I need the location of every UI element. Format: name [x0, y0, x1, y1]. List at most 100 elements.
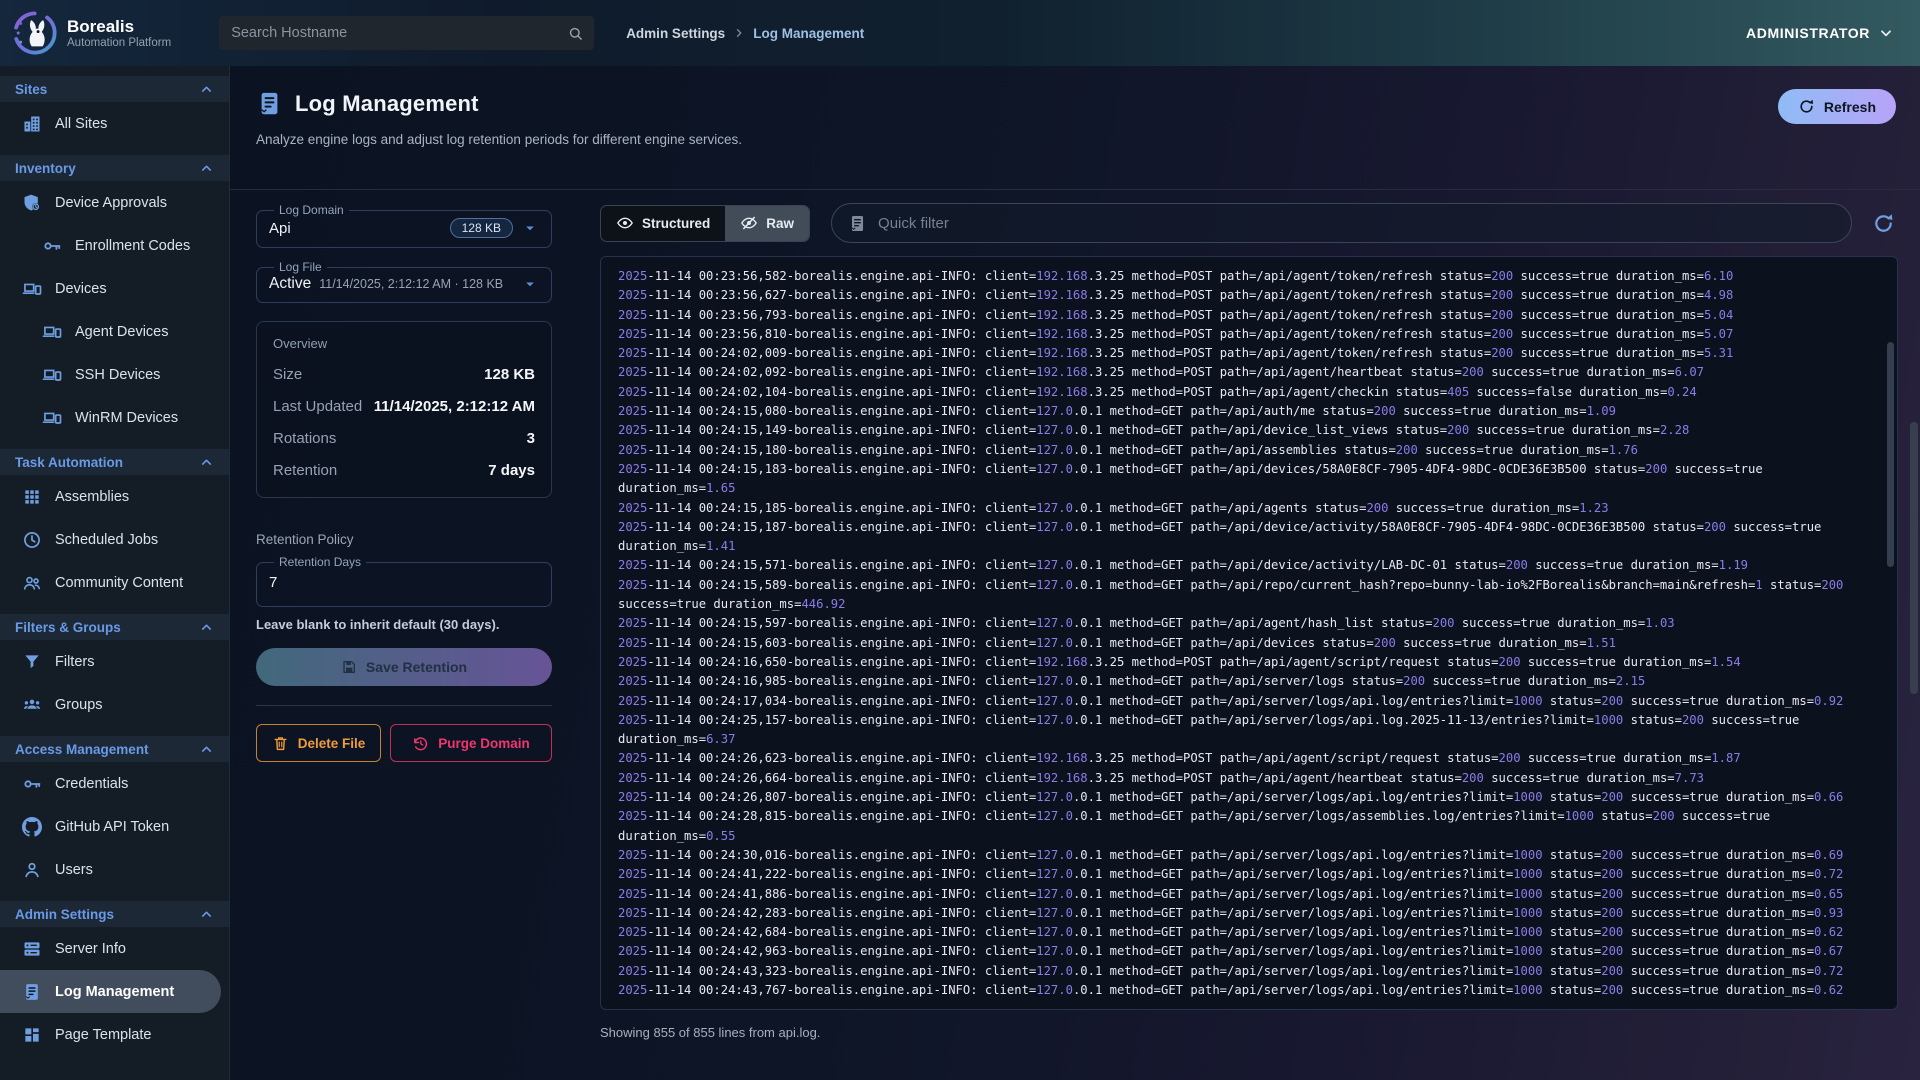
hostname-search[interactable]: [219, 16, 594, 50]
log-line: 2025-11-14 00:24:15,187-borealis.engine.…: [618, 518, 1870, 557]
structured-mode-button[interactable]: Structured: [601, 206, 725, 241]
log-line: 2025-11-14 00:24:15,185-borealis.engine.…: [618, 499, 1870, 518]
overview-title: Overview: [273, 336, 535, 351]
chevron-right-icon: [732, 26, 746, 40]
sidebar-section-sites[interactable]: Sites: [0, 76, 229, 102]
log-panel: 2025-11-14 00:23:56,582-borealis.engine.…: [600, 256, 1898, 1010]
user-menu-label: ADMINISTRATOR: [1746, 25, 1870, 41]
log-icon: [848, 214, 867, 233]
retention-days-field[interactable]: Retention Days: [256, 555, 552, 607]
log-panel-scrollbar[interactable]: [1887, 342, 1894, 567]
sidebar-item-all-sites[interactable]: All Sites: [0, 102, 229, 145]
log-line: 2025-11-14 00:24:26,664-borealis.engine.…: [618, 769, 1870, 788]
log-count-status: Showing 855 of 855 lines from api.log.: [600, 1025, 1898, 1040]
quick-filter-input[interactable]: [878, 215, 1835, 232]
trash-icon: [272, 735, 289, 752]
log-line: 2025-11-14 00:24:15,180-borealis.engine.…: [618, 441, 1870, 460]
log-domain-select[interactable]: Log Domain Api 128 KB: [256, 203, 552, 248]
page-scrollbar[interactable]: [1910, 422, 1918, 694]
overview-row-rotations: Rotations3: [273, 430, 535, 447]
brand-subtitle: Automation Platform: [67, 37, 171, 49]
sidebar-item-log-management[interactable]: Log Management: [0, 970, 221, 1013]
sidebar-item-agent-devices[interactable]: Agent Devices: [0, 310, 229, 353]
overview-row-size: Size128 KB: [273, 366, 535, 383]
devices-icon: [42, 322, 62, 342]
brand-title: Borealis: [67, 17, 171, 37]
save-retention-button[interactable]: Save Retention: [256, 648, 552, 686]
chevron-up-icon: [199, 742, 214, 757]
refresh-icon: [1872, 212, 1895, 235]
chevron-up-icon: [199, 455, 214, 470]
key-icon: [42, 236, 62, 256]
log-file-label: Log File: [274, 260, 327, 274]
sidebar-item-assemblies[interactable]: Assemblies: [0, 475, 229, 518]
people-icon: [22, 573, 42, 593]
sidebar-item-groups[interactable]: Groups: [0, 683, 229, 726]
sidebar-item-page-template[interactable]: Page Template: [0, 1013, 229, 1056]
github-icon: [22, 817, 42, 837]
sidebar-item-enrollment-codes[interactable]: Enrollment Codes: [0, 224, 229, 267]
log-line: 2025-11-14 00:24:15,149-borealis.engine.…: [618, 421, 1870, 440]
log-domain-size-badge: 128 KB: [450, 218, 513, 238]
log-file-select[interactable]: Log File Active 11/14/2025, 2:12:12 AM ·…: [256, 260, 552, 303]
breadcrumb-admin-settings[interactable]: Admin Settings: [626, 26, 725, 41]
sidebar-item-winrm-devices[interactable]: WinRM Devices: [0, 396, 229, 439]
breadcrumb-log-management[interactable]: Log Management: [753, 26, 864, 41]
chevron-up-icon: [199, 907, 214, 922]
eye-icon: [616, 214, 634, 232]
log-line: 2025-11-14 00:24:15,597-borealis.engine.…: [618, 614, 1870, 633]
log-domain-label: Log Domain: [274, 203, 349, 217]
top-bar: Borealis Automation Platform Admin Setti…: [0, 0, 1920, 66]
retention-policy-label: Retention Policy: [256, 532, 552, 547]
log-line: 2025-11-14 00:23:56,810-borealis.engine.…: [618, 325, 1870, 344]
log-viewer: Structured Raw: [600, 203, 1898, 1040]
log-line: 2025-11-14 00:24:02,092-borealis.engine.…: [618, 363, 1870, 382]
brand[interactable]: Borealis Automation Platform: [12, 10, 171, 56]
sidebar-item-users[interactable]: Users: [0, 848, 229, 891]
log-file-value: Active: [269, 275, 311, 293]
funnel-icon: [22, 652, 42, 672]
sidebar-item-community-content[interactable]: Community Content: [0, 561, 229, 604]
sidebar-item-ssh-devices[interactable]: SSH Devices: [0, 353, 229, 396]
sidebar-item-scheduled-jobs[interactable]: Scheduled Jobs: [0, 518, 229, 561]
retention-days-label: Retention Days: [274, 555, 366, 569]
overview-card: Overview Size128 KBLast Updated11/14/202…: [256, 321, 552, 498]
chevron-up-icon: [199, 620, 214, 635]
log-line: 2025-11-14 00:24:30,016-borealis.engine.…: [618, 846, 1870, 865]
sidebar-item-server-info[interactable]: Server Info: [0, 927, 229, 970]
raw-mode-button[interactable]: Raw: [725, 206, 809, 241]
delete-file-button[interactable]: Delete File: [256, 724, 381, 762]
sidebar-item-devices[interactable]: Devices: [0, 267, 229, 310]
log-line: 2025-11-14 00:24:16,985-borealis.engine.…: [618, 672, 1870, 691]
sidebar-item-credentials[interactable]: Credentials: [0, 762, 229, 805]
log-line: 2025-11-14 00:24:28,815-borealis.engine.…: [618, 807, 1870, 846]
sidebar-section-admin-settings[interactable]: Admin Settings: [0, 901, 229, 927]
sidebar-item-device-approvals[interactable]: Device Approvals: [0, 181, 229, 224]
sidebar-section-task-automation[interactable]: Task Automation: [0, 449, 229, 475]
sidebar: SitesAll Sites InventoryDevice ApprovalsE…: [0, 66, 230, 1080]
server-icon: [22, 939, 42, 959]
page-title: Log Management: [295, 91, 479, 117]
sidebar-section-filters-groups[interactable]: Filters & Groups: [0, 614, 229, 640]
refresh-button[interactable]: Refresh: [1778, 89, 1896, 124]
main-content: Log Management Analyze engine logs and a…: [230, 66, 1920, 1080]
sidebar-section-inventory[interactable]: Inventory: [0, 155, 229, 181]
log-line: 2025-11-14 00:24:42,963-borealis.engine.…: [618, 942, 1870, 961]
purge-domain-button[interactable]: Purge Domain: [390, 724, 552, 762]
quick-filter[interactable]: [831, 203, 1852, 243]
user-menu[interactable]: ADMINISTRATOR: [1746, 25, 1920, 41]
reload-log-button[interactable]: [1868, 208, 1898, 238]
tools-divider: [256, 705, 552, 706]
building-icon: [22, 114, 42, 134]
retention-days-input[interactable]: [269, 570, 539, 597]
sidebar-item-github-api-token[interactable]: GitHub API Token: [0, 805, 229, 848]
sidebar-section-access-management[interactable]: Access Management: [0, 736, 229, 762]
person-icon: [22, 860, 42, 880]
view-mode-toggle: Structured Raw: [600, 205, 810, 242]
chevron-up-icon: [199, 161, 214, 176]
page-head: Log Management Analyze engine logs and a…: [230, 66, 1920, 190]
sidebar-item-filters[interactable]: Filters: [0, 640, 229, 683]
log-line: 2025-11-14 00:24:15,571-borealis.engine.…: [618, 556, 1870, 575]
hostname-search-input[interactable]: [231, 25, 567, 41]
log-line: 2025-11-14 00:24:25,157-borealis.engine.…: [618, 711, 1870, 750]
